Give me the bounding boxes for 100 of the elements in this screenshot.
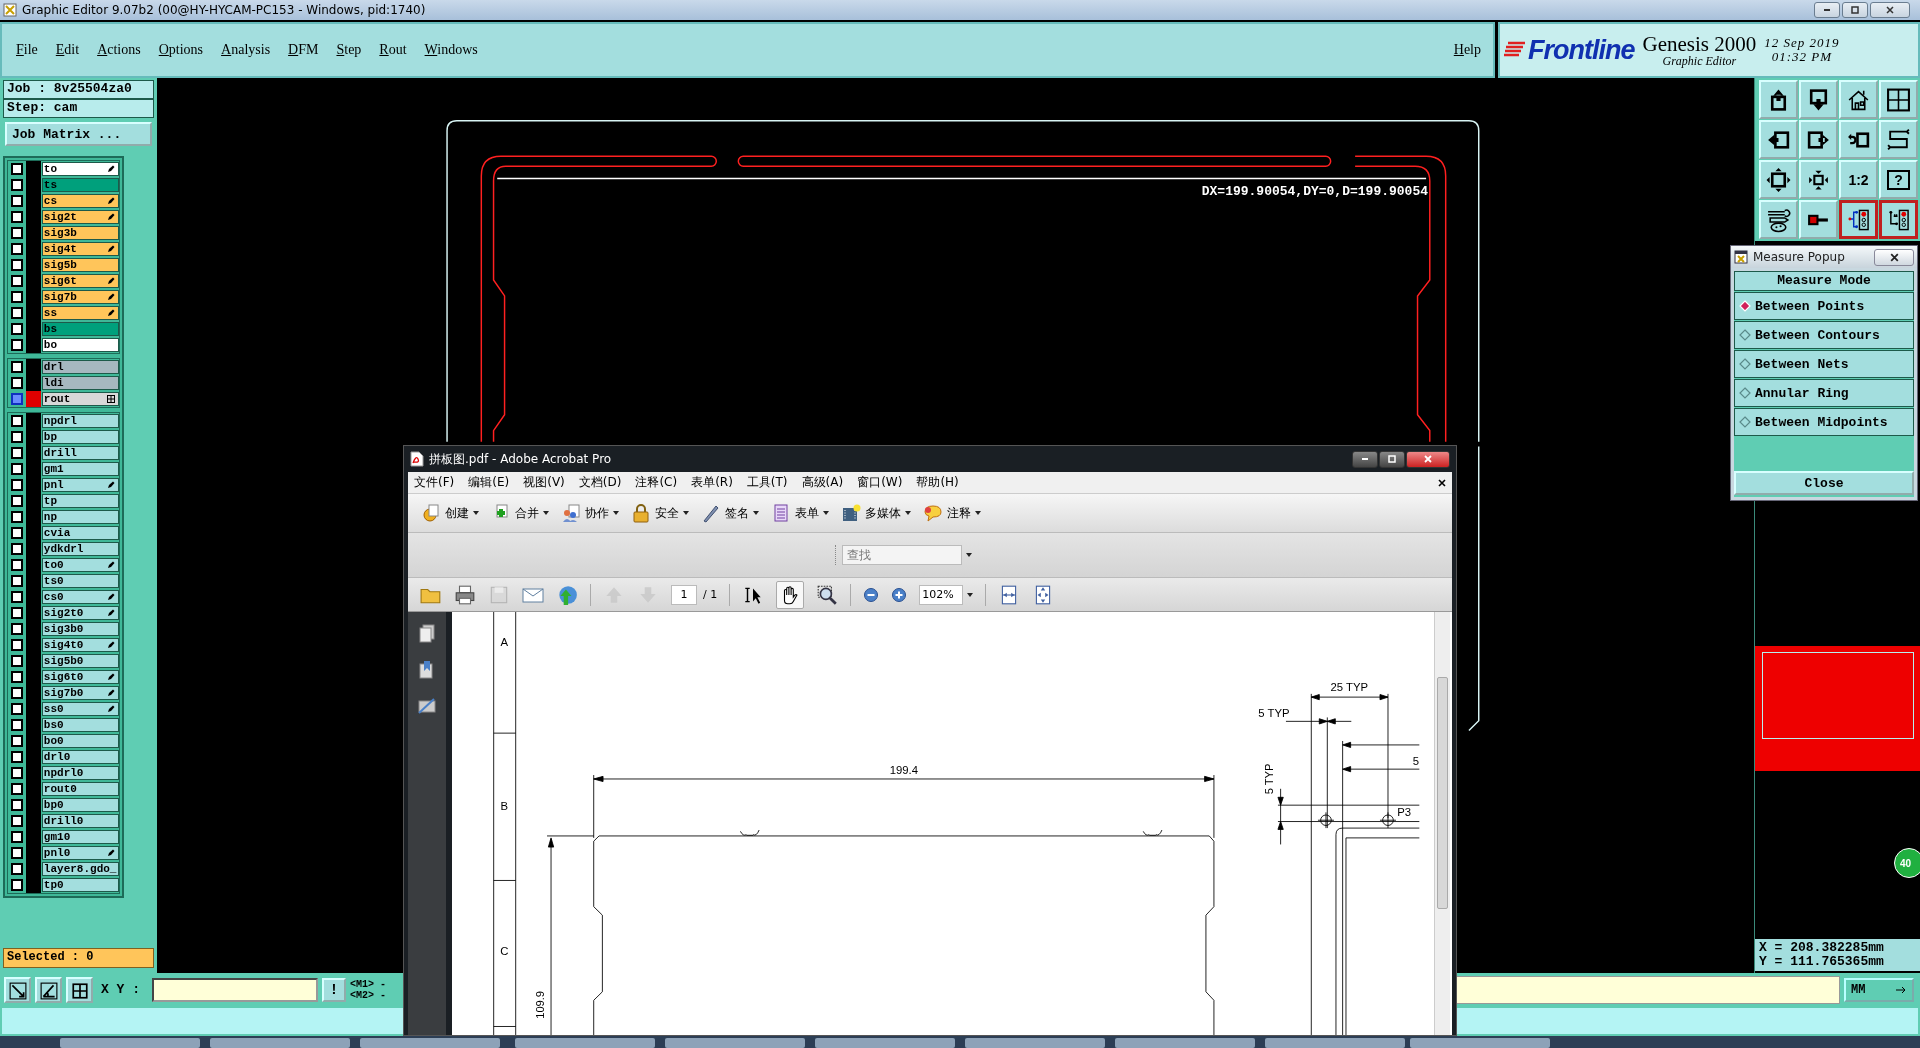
layer-checkbox[interactable] (11, 671, 23, 683)
search-field[interactable]: 查找 (842, 545, 962, 565)
layer-checkbox[interactable] (11, 751, 23, 763)
signature-icon[interactable] (417, 696, 437, 716)
layer-name[interactable]: to0 (41, 558, 119, 572)
layer-name[interactable]: bo (41, 338, 119, 352)
layer-name[interactable]: sig3b0 (41, 622, 119, 636)
layer-checkbox[interactable] (11, 623, 23, 635)
radio-diamond[interactable] (1739, 358, 1751, 370)
layer-name[interactable]: drill0 (41, 814, 119, 828)
zoom-in-icon[interactable] (891, 586, 908, 603)
layer-name[interactable]: bp0 (41, 798, 119, 812)
layer-checkbox[interactable] (11, 361, 23, 373)
layer-checkbox[interactable] (11, 195, 23, 207)
layer-checkbox[interactable] (11, 463, 23, 475)
layer-name[interactable]: npdrl (41, 414, 119, 428)
toolbar-button[interactable]: 合并 (488, 501, 552, 525)
menu-item[interactable]: 视图(V) (523, 474, 565, 491)
layer-checkbox[interactable] (11, 575, 23, 587)
layer-checkbox[interactable] (11, 339, 23, 351)
menu-item[interactable]: Options (158, 42, 204, 58)
menu-item[interactable]: 文件(F) (414, 474, 455, 491)
job-matrix-button[interactable]: Job Matrix ... (5, 122, 152, 146)
menu-item[interactable]: 注释(C) (635, 474, 678, 491)
layer-name[interactable]: sig2t0 (41, 606, 119, 620)
radio-diamond[interactable] (1739, 329, 1751, 341)
layer-checkbox[interactable] (11, 415, 23, 427)
layer-checkbox[interactable] (11, 511, 23, 523)
layer-name[interactable]: pnl (41, 478, 119, 492)
layer-checkbox[interactable] (11, 431, 23, 443)
zoom-out-icon[interactable] (863, 586, 880, 603)
work-layer-cell[interactable] (25, 391, 41, 407)
layer-checkbox[interactable] (11, 607, 23, 619)
help-menu[interactable]: Help (1453, 42, 1481, 58)
pages-icon[interactable] (417, 624, 437, 644)
layer-name[interactable]: tp (41, 494, 119, 508)
layer-name[interactable]: np (41, 510, 119, 524)
layer-checkbox[interactable] (11, 323, 23, 335)
measure-mode-option[interactable]: Between Midpoints (1734, 408, 1914, 436)
layer-name[interactable]: sig4t0 (41, 638, 119, 652)
measure-mode-option[interactable]: Between Points (1734, 292, 1914, 320)
layer-checkbox[interactable] (11, 879, 23, 891)
maximize-button[interactable] (1379, 450, 1405, 468)
layer-name[interactable]: drill (41, 446, 119, 460)
layer-name[interactable]: ss0 (41, 702, 119, 716)
menu-item[interactable]: Actions (97, 42, 141, 58)
toolbar-button[interactable]: 签名 (698, 501, 762, 525)
toolbar-button[interactable]: 创建 (418, 501, 482, 525)
caret-icon[interactable] (966, 553, 972, 557)
layer-checkbox[interactable] (11, 863, 23, 875)
layer-name[interactable]: layer8.gdo_ (41, 862, 119, 876)
xy-input-field[interactable] (152, 977, 318, 1002)
layer-checkbox[interactable] (11, 377, 23, 389)
layer-name[interactable]: sig5b (41, 258, 119, 272)
layer-checkbox[interactable] (11, 767, 23, 779)
help-button[interactable]: ? (1879, 160, 1918, 199)
zoom-ratio-button[interactable]: 1:2 (1839, 160, 1878, 199)
layer-checkbox[interactable] (11, 227, 23, 239)
menu-item[interactable]: 表单(R) (691, 474, 733, 491)
layer-name[interactable]: drl (41, 360, 119, 374)
work-layer-cell[interactable] (25, 877, 41, 893)
layer-name[interactable]: gm1 (41, 462, 119, 476)
work-layer-cell[interactable] (25, 359, 41, 375)
layer-name[interactable]: rout0 (41, 782, 119, 796)
work-layer-cell[interactable] (25, 337, 41, 353)
layer-checkbox[interactable] (11, 847, 23, 859)
menu-item[interactable]: Edit (55, 42, 80, 58)
layer-checkbox[interactable] (11, 291, 23, 303)
layer-name[interactable]: sig2t (41, 210, 119, 224)
zoom-field[interactable]: 102% (919, 584, 964, 605)
layer-checkbox[interactable] (11, 703, 23, 715)
layer-checkbox[interactable] (11, 687, 23, 699)
layer-checkbox[interactable] (11, 655, 23, 667)
layer-name[interactable]: sig3b (41, 226, 119, 240)
layer-checkbox[interactable] (11, 527, 23, 539)
layer-name[interactable]: pnl0 (41, 846, 119, 860)
layer-name[interactable]: sig5b0 (41, 654, 119, 668)
menu-item[interactable]: DFM (288, 42, 319, 58)
layer-name[interactable]: npdrl0 (41, 766, 119, 780)
maximize-button[interactable] (1842, 2, 1868, 18)
layer-name[interactable]: cs (41, 194, 119, 208)
layer-checkbox[interactable] (11, 495, 23, 507)
menu-item[interactable]: File (16, 42, 38, 58)
layer-checkbox[interactable] (11, 211, 23, 223)
layer-name[interactable]: sig6t0 (41, 670, 119, 684)
layer-name[interactable]: gm10 (41, 830, 119, 844)
layer-name[interactable]: sig4t (41, 242, 119, 256)
layer-name[interactable]: ts (41, 178, 119, 192)
toolbar-button[interactable]: 表单 (768, 501, 832, 525)
minimize-button[interactable] (1814, 2, 1840, 18)
layer-checkbox[interactable] (11, 815, 23, 827)
angle-tool-icon[interactable] (35, 976, 62, 1003)
layer-name[interactable]: rout (41, 392, 119, 406)
layer-name[interactable]: ydkdrl (41, 542, 119, 556)
measure-tool-icon[interactable] (4, 976, 31, 1003)
menu-item[interactable]: Windows (424, 42, 478, 58)
menu-item[interactable]: 工具(T) (746, 474, 788, 491)
globe-upload-icon[interactable] (556, 583, 578, 606)
layer-checkbox[interactable] (11, 543, 23, 555)
toolbar-button[interactable]: 多媒体 (838, 501, 914, 525)
